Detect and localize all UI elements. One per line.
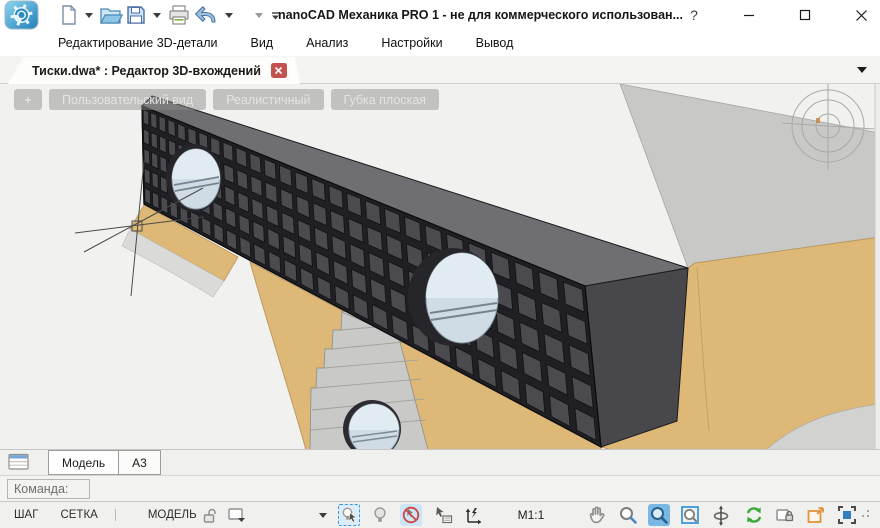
selection-cycling-icon[interactable] — [338, 504, 360, 526]
save-button[interactable] — [124, 2, 148, 28]
viewport-right-strip — [875, 84, 880, 449]
visual-style-button[interactable]: Реалистичный — [213, 89, 323, 110]
close-icon — [855, 9, 868, 22]
open-folder-icon — [99, 4, 123, 26]
document-tab[interactable]: Тиски.dwa* : Редактор 3D-вхождений — [8, 57, 300, 84]
menu-analysis[interactable]: Анализ — [306, 36, 348, 50]
close-button[interactable] — [838, 0, 880, 30]
snap-toggle[interactable]: ШАГ — [14, 509, 38, 521]
drawing-viewport[interactable]: + Пользовательский вид Реалистичный Губк… — [0, 84, 880, 449]
grid-toggle[interactable]: СЕТКА — [60, 509, 97, 521]
viewport-display-icon[interactable] — [225, 504, 247, 526]
menu-bar: Редактирование 3D-детали Вид Анализ Наст… — [0, 30, 880, 56]
window-export-icon[interactable] — [805, 504, 827, 526]
new-file-icon — [59, 4, 79, 26]
save-floppy-icon — [125, 4, 147, 26]
statusbar-separator — [115, 509, 116, 521]
orbit-icon[interactable] — [710, 504, 732, 526]
lightbulb-icon[interactable] — [369, 504, 391, 526]
menu-view[interactable]: Вид — [250, 36, 273, 50]
new-file-dropdown-icon[interactable] — [85, 13, 93, 18]
minimize-button[interactable] — [726, 0, 772, 30]
sheet-tab-a3[interactable]: А3 — [118, 450, 161, 475]
scale-indicator[interactable]: M1:1 — [518, 508, 545, 522]
resize-grip[interactable] — [860, 504, 872, 526]
print-icon — [167, 4, 191, 26]
no-selection-icon[interactable] — [400, 504, 422, 526]
new-file-button[interactable] — [58, 2, 80, 28]
regen-refresh-icon[interactable] — [743, 504, 765, 526]
zoom-icon[interactable] — [617, 504, 639, 526]
menu-edit-3d-part[interactable]: Редактирование 3D-детали — [58, 36, 217, 50]
document-tab-bar: Тиски.dwa* : Редактор 3D-вхождений — [0, 56, 880, 84]
app-logo-icon — [4, 0, 40, 30]
pan-hand-icon[interactable] — [586, 504, 608, 526]
statusbar-dropdown-icon[interactable] — [319, 513, 327, 518]
undo-button[interactable] — [192, 2, 220, 28]
help-button[interactable]: ? — [682, 0, 706, 30]
open-file-button[interactable] — [98, 2, 124, 28]
tab-close-button[interactable] — [271, 63, 287, 78]
document-tab-label: Тиски.dwa* : Редактор 3D-вхождений — [32, 64, 261, 78]
print-button[interactable] — [166, 2, 192, 28]
sheet-list-icon[interactable] — [8, 453, 30, 471]
sheet-tab-bar: Модель А3 — [0, 449, 880, 475]
undo-arrow-icon — [193, 4, 219, 26]
command-line[interactable]: Команда: — [0, 475, 880, 501]
screw-center — [408, 248, 498, 346]
status-bar: ШАГ СЕТКА МОДЕЛЬ — [0, 501, 880, 528]
command-prompt[interactable]: Команда: — [7, 479, 90, 499]
unlock-padlock-icon[interactable] — [199, 504, 221, 526]
view-preset-button[interactable]: Пользовательский вид — [49, 89, 206, 110]
undo-dropdown-icon[interactable] — [225, 13, 233, 18]
quick-access-toolbar — [58, 2, 283, 28]
screw-left — [166, 144, 222, 212]
viewport-canvas[interactable] — [0, 84, 880, 449]
maximize-icon — [799, 9, 811, 21]
dynamic-input-axes-icon[interactable] — [462, 504, 484, 526]
add-view-button[interactable]: + — [14, 89, 42, 110]
part-name-button[interactable]: Губка плоская — [331, 89, 440, 110]
minimize-icon — [743, 9, 755, 21]
model-space-toggle[interactable]: МОДЕЛЬ — [148, 509, 197, 521]
fullscreen-icon[interactable] — [836, 504, 858, 526]
redo-dropdown-icon[interactable] — [255, 13, 263, 18]
zoom-window-icon[interactable] — [679, 504, 701, 526]
cursor-context-menu-icon[interactable] — [432, 504, 454, 526]
menu-settings[interactable]: Настройки — [381, 36, 442, 50]
title-bar: nanoCAD Механика PRO 1 - не для коммерче… — [0, 0, 880, 30]
viewport-toolbar: + Пользовательский вид Реалистичный Губк… — [14, 89, 439, 110]
tab-close-icon — [274, 66, 283, 75]
sheet-tab-model[interactable]: Модель — [48, 450, 119, 475]
tab-list-dropdown-icon[interactable] — [857, 67, 867, 73]
zoom-realtime-active-icon[interactable] — [648, 504, 670, 526]
locked-layout-icon[interactable] — [774, 504, 796, 526]
maximize-button[interactable] — [782, 0, 828, 30]
application-window: nanoCAD Механика PRO 1 - не для коммерче… — [0, 0, 880, 528]
window-title: nanoCAD Механика PRO 1 - не для коммерче… — [278, 0, 683, 30]
save-dropdown-icon[interactable] — [153, 13, 161, 18]
menu-output[interactable]: Вывод — [476, 36, 514, 50]
